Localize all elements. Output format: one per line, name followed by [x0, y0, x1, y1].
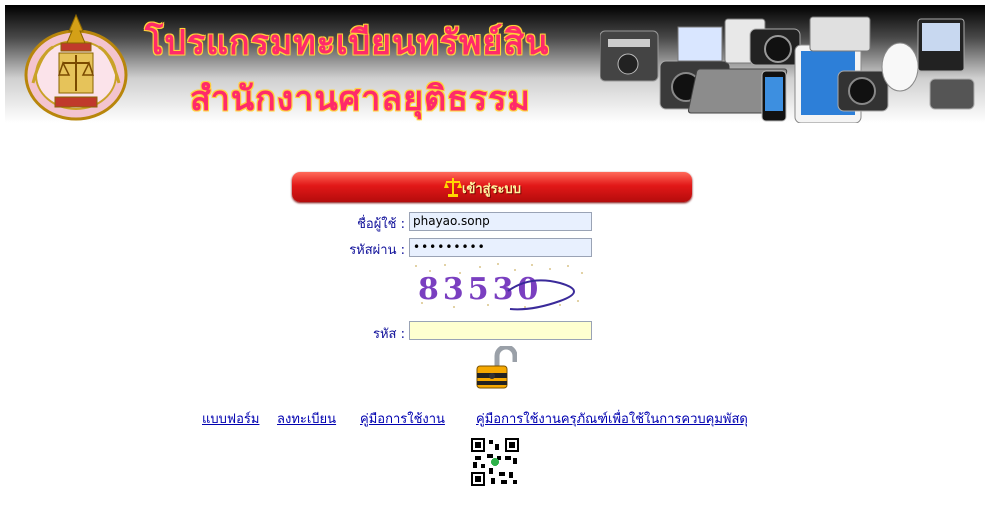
devices-image: [600, 16, 975, 123]
captcha-image: 83530: [410, 261, 590, 311]
captcha-text: 83530: [418, 272, 542, 307]
captcha-code-input[interactable]: [409, 321, 592, 340]
manual-link[interactable]: คู่มือการใช้งาน: [360, 408, 445, 429]
equipment-manual-link[interactable]: คู่มือการใช้งานครุภัณฑ์เพื่อใช้ในการควบค…: [476, 408, 748, 429]
court-seal-logo: [24, 13, 128, 121]
login-header-label: เข้าสู่ระบบ: [462, 182, 522, 197]
password-input[interactable]: •••••••••: [409, 238, 592, 257]
unlock-login-button-icon[interactable]: [475, 346, 517, 390]
username-label: ชื่อผู้ใช้ :: [357, 217, 405, 232]
username-input[interactable]: phayao.sonp: [409, 212, 592, 231]
form-link[interactable]: แบบฟอร์ม: [202, 408, 259, 429]
banner-title-line2: สำนักงานศาลยุติธรรม: [190, 79, 531, 119]
password-label: รหัสผ่าน :: [349, 243, 405, 258]
login-header-bar: เข้าสู่ระบบ: [292, 172, 692, 202]
qr-code-image: [471, 438, 519, 486]
register-link[interactable]: ลงทะเบียน: [277, 408, 336, 429]
code-label: รหัส :: [373, 327, 405, 342]
banner-title-line1: โปรแกรมทะเบียนทรัพย์สิน: [145, 23, 550, 63]
header-banner: โปรแกรมทะเบียนทรัพย์สิน สำนักงานศาลยุติธ…: [5, 5, 985, 123]
scales-of-justice-icon: [444, 178, 462, 197]
